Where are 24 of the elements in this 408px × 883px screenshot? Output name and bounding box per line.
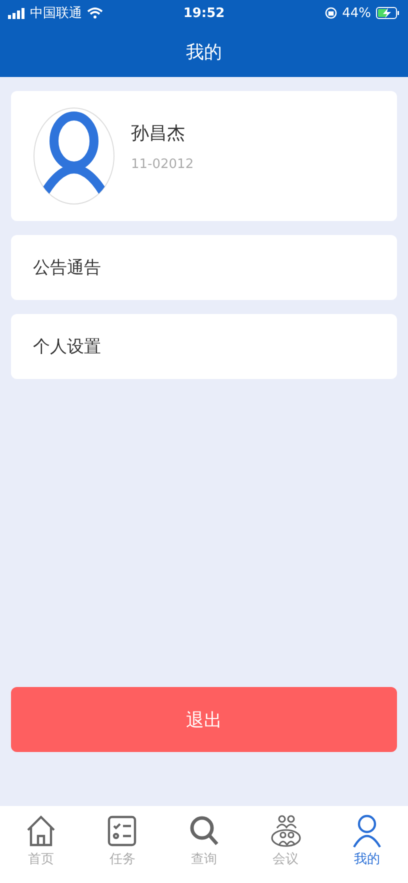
user-name: 孙昌杰 xyxy=(131,122,186,144)
checklist-icon xyxy=(106,814,138,848)
logout-button[interactable]: 退出 xyxy=(11,687,397,752)
rotation-lock-icon xyxy=(325,7,338,19)
menu-item[interactable]: 个人设置 xyxy=(11,314,397,379)
tab-item[interactable]: 会议 xyxy=(244,814,326,883)
page-title: 我的 xyxy=(186,40,222,64)
group-icon xyxy=(270,814,302,848)
home-icon xyxy=(24,814,57,848)
menu-item[interactable]: 公告通告 xyxy=(11,235,397,300)
clock-time: 19:52 xyxy=(183,6,225,20)
battery-percent: 44% xyxy=(342,6,372,20)
avatar-icon xyxy=(33,107,115,205)
battery-charging-icon xyxy=(376,7,400,19)
tab-item[interactable]: 首页 xyxy=(0,814,82,883)
tab-item[interactable]: 任务 xyxy=(82,814,164,883)
user-id: 11-02012 xyxy=(131,156,194,172)
user-icon xyxy=(351,814,384,848)
tab-item[interactable]: 查询 xyxy=(163,814,245,883)
wifi-icon xyxy=(87,7,103,19)
signal-icon xyxy=(8,8,25,18)
tab-item[interactable]: 我的 xyxy=(326,814,408,883)
search-icon xyxy=(188,814,220,848)
carrier-name: 中国联通 xyxy=(30,5,82,22)
